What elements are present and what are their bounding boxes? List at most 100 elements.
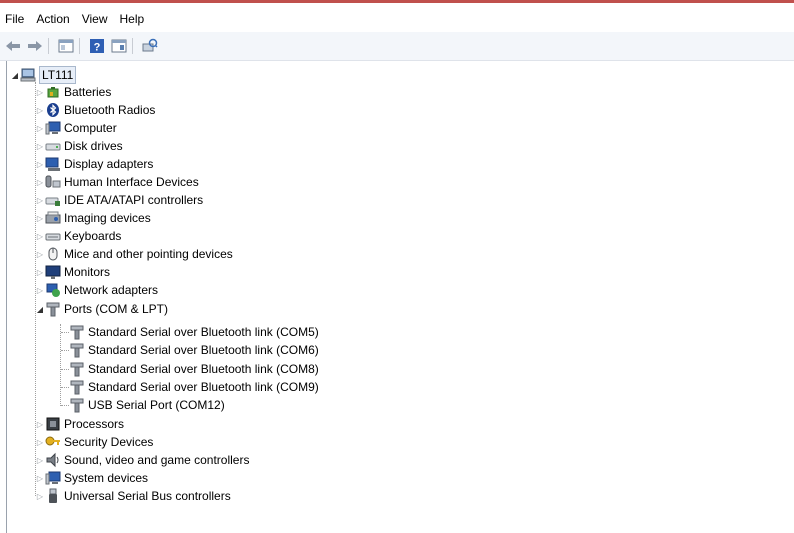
expand-arrow-icon[interactable]: ▷ — [35, 491, 45, 501]
menu-view[interactable]: View — [76, 12, 114, 26]
tree-item-sound[interactable]: ▷ Sound, video and game controllers — [35, 451, 249, 469]
tree-item-keyboards[interactable]: ▷ Keyboards — [35, 227, 121, 245]
tree-connector — [61, 387, 69, 388]
tree-item-label: Network adapters — [64, 283, 159, 297]
usb-icon — [45, 488, 61, 504]
tree-item-label: Mice and other pointing devices — [64, 247, 233, 261]
expand-arrow-icon[interactable]: ▷ — [35, 195, 45, 205]
expand-arrow-icon[interactable]: ▷ — [35, 105, 45, 115]
tree-connector — [61, 332, 69, 333]
collapse-arrow-icon[interactable]: ◢ — [10, 70, 20, 80]
expand-arrow-icon[interactable]: ▷ — [35, 231, 45, 241]
computer-icon — [20, 67, 36, 83]
tree-item-label: Bluetooth Radios — [64, 103, 156, 117]
tree-item-label: Human Interface Devices — [64, 175, 199, 189]
monitor-icon — [45, 264, 61, 280]
tree-connector — [61, 350, 69, 351]
expand-arrow-icon[interactable]: ▷ — [35, 455, 45, 465]
toolbar-separator — [79, 38, 80, 54]
tree-item-label: Security Devices — [64, 435, 154, 449]
tree-item-com5[interactable]: Standard Serial over Bluetooth link (COM… — [69, 323, 319, 341]
tree-item-label: USB Serial Port (COM12) — [88, 398, 225, 412]
expand-arrow-icon[interactable]: ▷ — [35, 267, 45, 277]
tree-item-label: Ports (COM & LPT) — [64, 302, 169, 316]
tree-item-label: Keyboards — [64, 229, 122, 243]
expand-arrow-icon[interactable]: ▷ — [35, 249, 45, 259]
expand-arrow-icon[interactable]: ▷ — [35, 177, 45, 187]
help-icon[interactable]: ? — [88, 37, 106, 55]
tree-item-com9[interactable]: Standard Serial over Bluetooth link (COM… — [69, 378, 319, 396]
tree-item-processors[interactable]: ▷ Processors — [35, 415, 124, 433]
tree-item-label: Standard Serial over Bluetooth link (COM… — [88, 325, 319, 339]
window-top-border — [0, 0, 794, 3]
tree-connector — [60, 324, 61, 406]
forward-icon[interactable] — [26, 37, 44, 55]
tree-item-disk-drives[interactable]: ▷ Disk drives — [35, 137, 123, 155]
tree-item-batteries[interactable]: ▷ Batteries — [35, 83, 111, 101]
expand-arrow-icon[interactable]: ▷ — [35, 437, 45, 447]
port-icon — [69, 324, 85, 340]
computer-icon — [45, 120, 61, 136]
expand-arrow-icon[interactable]: ▷ — [35, 123, 45, 133]
port-icon — [69, 342, 85, 358]
tree-root[interactable]: ◢ LT111 — [10, 66, 77, 84]
expand-arrow-icon[interactable]: ▷ — [35, 87, 45, 97]
display-adapter-icon — [45, 156, 61, 172]
tree-item-label: Display adapters — [64, 157, 154, 171]
tree-item-imaging-devices[interactable]: ▷ Imaging devices — [35, 209, 151, 227]
tree-item-com6[interactable]: Standard Serial over Bluetooth link (COM… — [69, 341, 319, 359]
tree-item-bluetooth-radios[interactable]: ▷ Bluetooth Radios — [35, 101, 155, 119]
expand-arrow-icon[interactable]: ▷ — [35, 419, 45, 429]
tree-item-ide-controllers[interactable]: ▷ IDE ATA/ATAPI controllers — [35, 191, 203, 209]
properties-icon[interactable] — [57, 37, 75, 55]
tree-item-com12[interactable]: USB Serial Port (COM12) — [69, 396, 225, 414]
tree-item-label: IDE ATA/ATAPI controllers — [64, 193, 204, 207]
tree-item-mice[interactable]: ▷ Mice and other pointing devices — [35, 245, 233, 263]
expand-arrow-icon[interactable]: ▷ — [35, 285, 45, 295]
tree-root-label: LT111 — [39, 66, 77, 84]
expand-arrow-icon[interactable]: ▷ — [35, 141, 45, 151]
tree-item-label: Standard Serial over Bluetooth link (COM… — [88, 343, 319, 357]
tree-item-ports[interactable]: ◢ Ports (COM & LPT) — [35, 300, 168, 318]
toolbar-separator — [48, 38, 49, 54]
tree-item-system-devices[interactable]: ▷ System devices — [35, 469, 148, 487]
menu-help[interactable]: Help — [114, 12, 151, 26]
toolbar-separator — [132, 38, 133, 54]
tree-item-label: Standard Serial over Bluetooth link (COM… — [88, 362, 319, 376]
tree-item-com8[interactable]: Standard Serial over Bluetooth link (COM… — [69, 360, 319, 378]
tree-item-label: Imaging devices — [64, 211, 151, 225]
port-icon — [69, 379, 85, 395]
tree-item-label: Sound, video and game controllers — [64, 453, 250, 467]
port-icon — [69, 361, 85, 377]
menu-action[interactable]: Action — [30, 12, 75, 26]
port-icon — [45, 301, 61, 317]
imaging-icon — [45, 210, 61, 226]
expand-arrow-icon[interactable]: ▷ — [35, 473, 45, 483]
tree-item-usb-controllers[interactable]: ▷ Universal Serial Bus controllers — [35, 487, 231, 505]
tree-connector — [61, 405, 69, 406]
tree-item-label: Batteries — [64, 85, 112, 99]
tree-item-label: Disk drives — [64, 139, 123, 153]
tree-item-label: Monitors — [64, 265, 111, 279]
tree-item-label: Computer — [64, 121, 117, 135]
expand-arrow-icon[interactable]: ▷ — [35, 213, 45, 223]
disk-drive-icon — [45, 138, 61, 154]
bluetooth-icon — [45, 102, 61, 118]
tree-item-computer[interactable]: ▷ Computer — [35, 119, 117, 137]
tree-item-security-devices[interactable]: ▷ Security Devices — [35, 433, 153, 451]
menu-file[interactable]: File — [0, 12, 30, 26]
collapse-arrow-icon[interactable]: ◢ — [35, 304, 45, 314]
tree-item-hid[interactable]: ▷ Human Interface Devices — [35, 173, 199, 191]
device-tree: ◢ LT111 ▷ Batteries ▷ Bluetooth Radios ▷… — [8, 64, 788, 524]
back-icon[interactable] — [4, 37, 22, 55]
view-icon[interactable] — [110, 37, 128, 55]
port-icon — [69, 397, 85, 413]
expand-arrow-icon[interactable]: ▷ — [35, 159, 45, 169]
tree-item-network-adapters[interactable]: ▷ Network adapters — [35, 281, 158, 299]
tree-item-monitors[interactable]: ▷ Monitors — [35, 263, 110, 281]
system-device-icon — [45, 470, 61, 486]
tree-item-display-adapters[interactable]: ▷ Display adapters — [35, 155, 153, 173]
battery-icon — [45, 84, 61, 100]
scan-hardware-icon[interactable] — [141, 37, 159, 55]
tree-connector — [61, 369, 69, 370]
